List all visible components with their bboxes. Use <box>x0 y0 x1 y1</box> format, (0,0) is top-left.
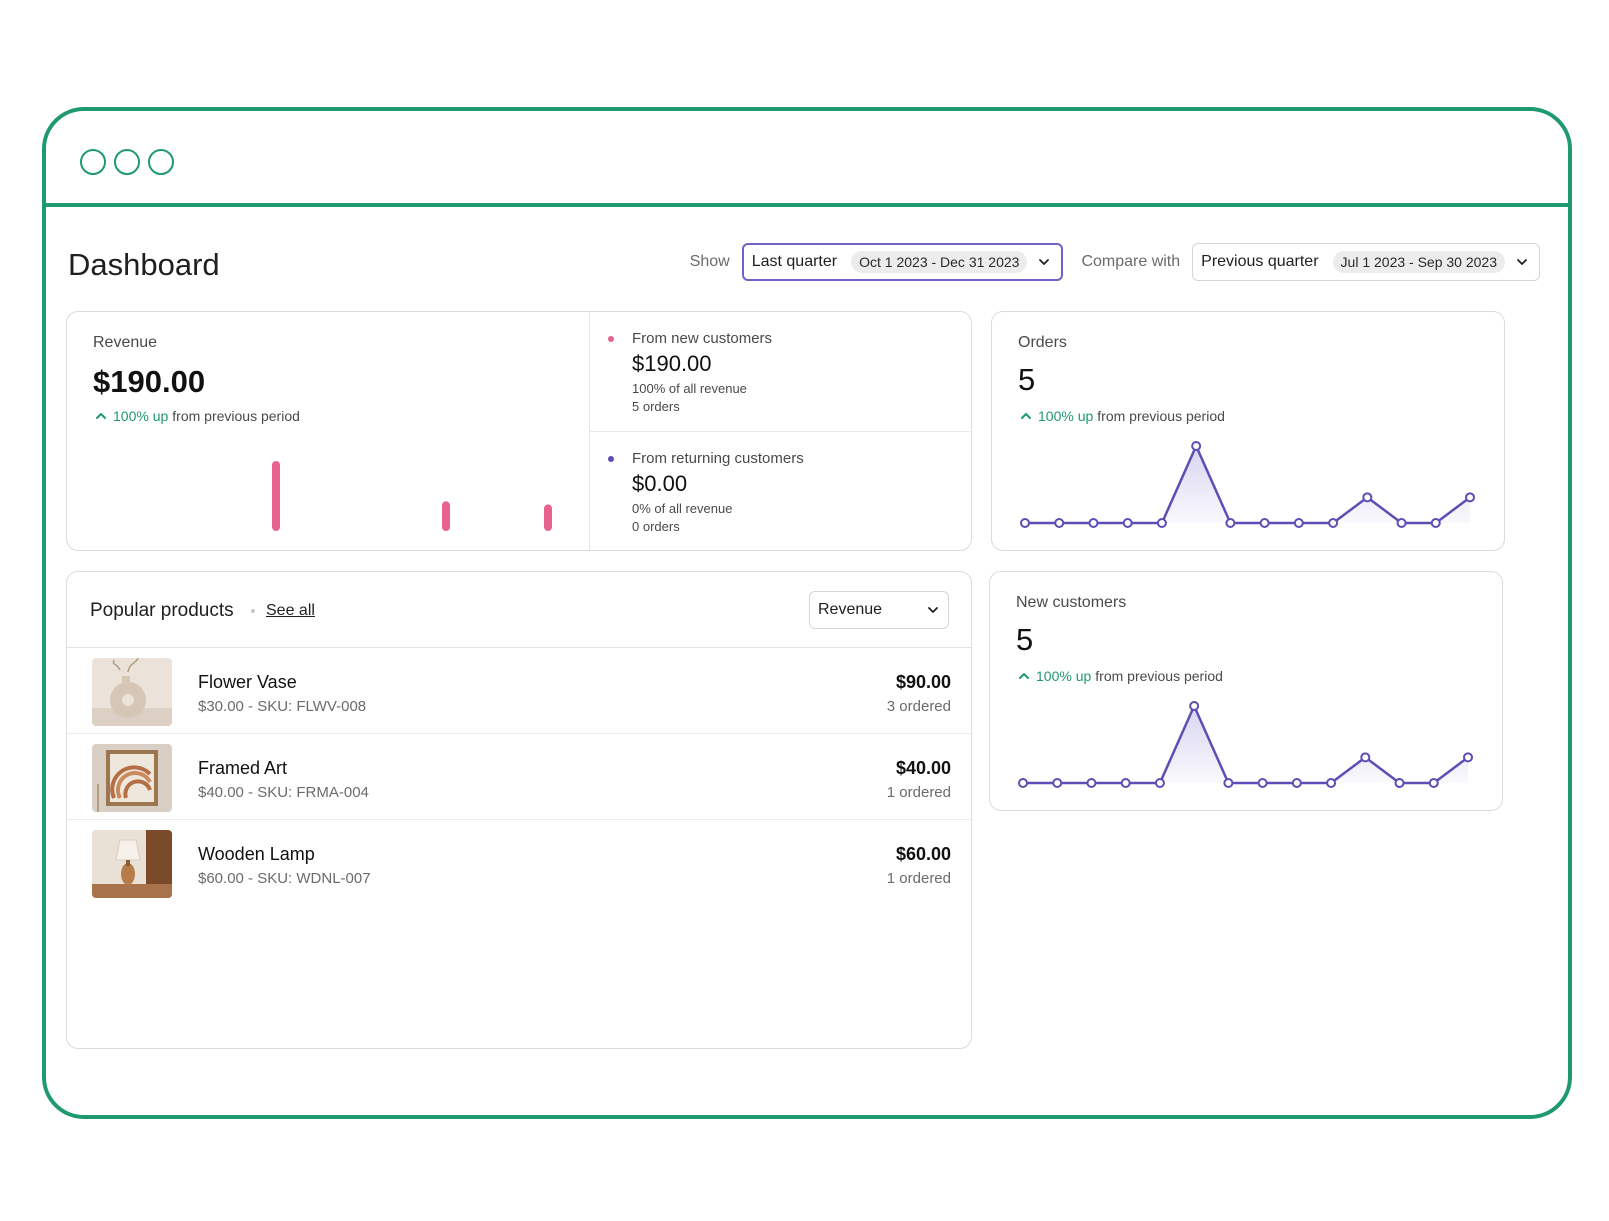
new-customers-dot-icon <box>608 336 614 342</box>
line-point <box>1086 778 1097 788</box>
dashboard-content: Dashboard Show Last quarter Oct 1 2023 -… <box>66 211 1548 1115</box>
seg-label: From returning customers <box>632 450 804 467</box>
orders-card: Orders 5 100% up from previous period <box>991 311 1505 551</box>
compare-select[interactable]: Previous quarter Jul 1 2023 - Sep 30 202… <box>1192 243 1540 281</box>
filters-bar: Show Last quarter Oct 1 2023 - Dec 31 20… <box>690 243 1540 281</box>
line-point <box>1396 518 1407 528</box>
revenue-new-customers: From new customers $190.00 100% of all r… <box>590 312 971 431</box>
line-point <box>1463 752 1473 763</box>
seg-share: 0% of all revenue <box>632 501 733 516</box>
separator-dot <box>251 609 255 613</box>
line-point <box>1259 518 1270 528</box>
product-meta: $30.00 - SKU: FLWV-008 <box>198 698 367 715</box>
compare-select-value: Previous quarter <box>1201 253 1319 270</box>
line-point <box>1362 492 1373 503</box>
line-point <box>1465 492 1475 503</box>
seg-share: 100% of all revenue <box>632 381 747 396</box>
flower-vase-thumbnail <box>92 658 172 726</box>
page-title: Dashboard <box>68 247 220 282</box>
sort-select[interactable]: Revenue <box>809 591 949 629</box>
orders-line-chart <box>1020 441 1475 528</box>
line-point <box>1394 778 1405 788</box>
line-point <box>1223 778 1234 788</box>
popular-products-card: Popular products See all Revenue Flower … <box>66 571 972 1049</box>
seg-value: $0.00 <box>632 471 688 496</box>
revenue-summary: Revenue $190.00 100% up from previous pe… <box>67 312 590 550</box>
line-point <box>1122 518 1133 528</box>
line-area <box>1025 446 1470 523</box>
product-ordered: 3 ordered <box>886 698 951 715</box>
line-point <box>1189 701 1200 711</box>
close-dot-icon[interactable] <box>80 149 106 175</box>
line-point <box>1328 518 1339 528</box>
chevron-down-icon <box>1039 259 1050 265</box>
period-select-value: Last quarter <box>751 253 838 270</box>
seg-orders: 5 orders <box>632 399 680 414</box>
line-point <box>1225 518 1236 528</box>
line-point <box>1191 441 1202 451</box>
period-select[interactable]: Last quarter Oct 1 2023 - Dec 31 2023 <box>741 243 1064 281</box>
revenue-returning-customers: From returning customers $0.00 0% of all… <box>590 431 971 550</box>
line-point <box>1054 518 1065 528</box>
products-header: Popular products See all Revenue <box>67 572 971 648</box>
product-name: Framed Art <box>198 758 288 778</box>
line-series <box>1023 704 1469 785</box>
seg-label: From new customers <box>632 330 773 347</box>
window-controls <box>80 149 174 175</box>
line-point <box>1293 518 1304 528</box>
line-point <box>1018 778 1028 788</box>
window-titlebar <box>46 111 1568 207</box>
line-point <box>1360 752 1371 763</box>
line-series <box>1025 444 1471 525</box>
compare-range-pill: Jul 1 2023 - Sep 30 2023 <box>1332 251 1505 273</box>
line-point <box>1430 518 1441 528</box>
line-point <box>1326 778 1337 788</box>
seg-value: $190.00 <box>632 351 712 376</box>
minimize-dot-icon[interactable] <box>114 149 140 175</box>
see-all-link[interactable]: See all <box>266 602 315 620</box>
line-point <box>1088 518 1099 528</box>
products-title: Popular products <box>90 600 234 621</box>
product-ordered: 1 ordered <box>886 870 951 887</box>
line-point <box>1291 778 1302 788</box>
wooden-lamp-thumbnail <box>92 830 172 898</box>
revenue-breakdown: From new customers $190.00 100% of all r… <box>590 312 971 550</box>
line-point <box>1257 778 1268 788</box>
line-point <box>1156 518 1167 528</box>
line-point <box>1052 778 1063 788</box>
new-customers-line-chart <box>1018 701 1473 788</box>
product-name: Wooden Lamp <box>198 844 315 864</box>
period-range-pill: Oct 1 2023 - Dec 31 2023 <box>851 251 1028 273</box>
line-point <box>1120 778 1131 788</box>
line-area <box>1023 706 1468 783</box>
product-revenue: $90.00 <box>895 672 951 692</box>
product-name: Flower Vase <box>198 672 297 692</box>
product-row[interactable]: Flower Vase $30.00 - SKU: FLWV-008 $90.0… <box>67 648 971 734</box>
compare-label: Compare with <box>1081 253 1181 270</box>
seg-orders: 0 orders <box>632 519 680 534</box>
line-point <box>1154 778 1165 788</box>
product-row[interactable]: Framed Art $40.00 - SKU: FRMA-004 $40.00… <box>67 734 971 820</box>
chevron-down-icon <box>1517 259 1527 265</box>
returning-customers-dot-icon <box>608 456 614 462</box>
product-revenue: $60.00 <box>895 844 951 864</box>
sort-select-value: Revenue <box>818 601 883 618</box>
revenue-bar-chart <box>272 461 552 531</box>
product-revenue: $40.00 <box>895 758 951 778</box>
revenue-card: Revenue $190.00 100% up from previous pe… <box>66 311 972 551</box>
line-point <box>1428 778 1439 788</box>
chevron-down-icon <box>928 607 938 613</box>
product-meta: $40.00 - SKU: FRMA-004 <box>198 784 369 801</box>
product-ordered: 1 ordered <box>886 784 951 801</box>
product-meta: $60.00 - SKU: WDNL-007 <box>198 870 371 887</box>
framed-art-thumbnail <box>92 744 172 812</box>
show-label: Show <box>689 253 730 270</box>
new-customers-card: New customers 5 100% up from previous pe… <box>989 571 1503 811</box>
maximize-dot-icon[interactable] <box>148 149 174 175</box>
product-row[interactable]: Wooden Lamp $60.00 - SKU: WDNL-007 $60.0… <box>67 820 971 906</box>
app-window: Dashboard Show Last quarter Oct 1 2023 -… <box>42 107 1572 1119</box>
line-point <box>1020 518 1030 528</box>
